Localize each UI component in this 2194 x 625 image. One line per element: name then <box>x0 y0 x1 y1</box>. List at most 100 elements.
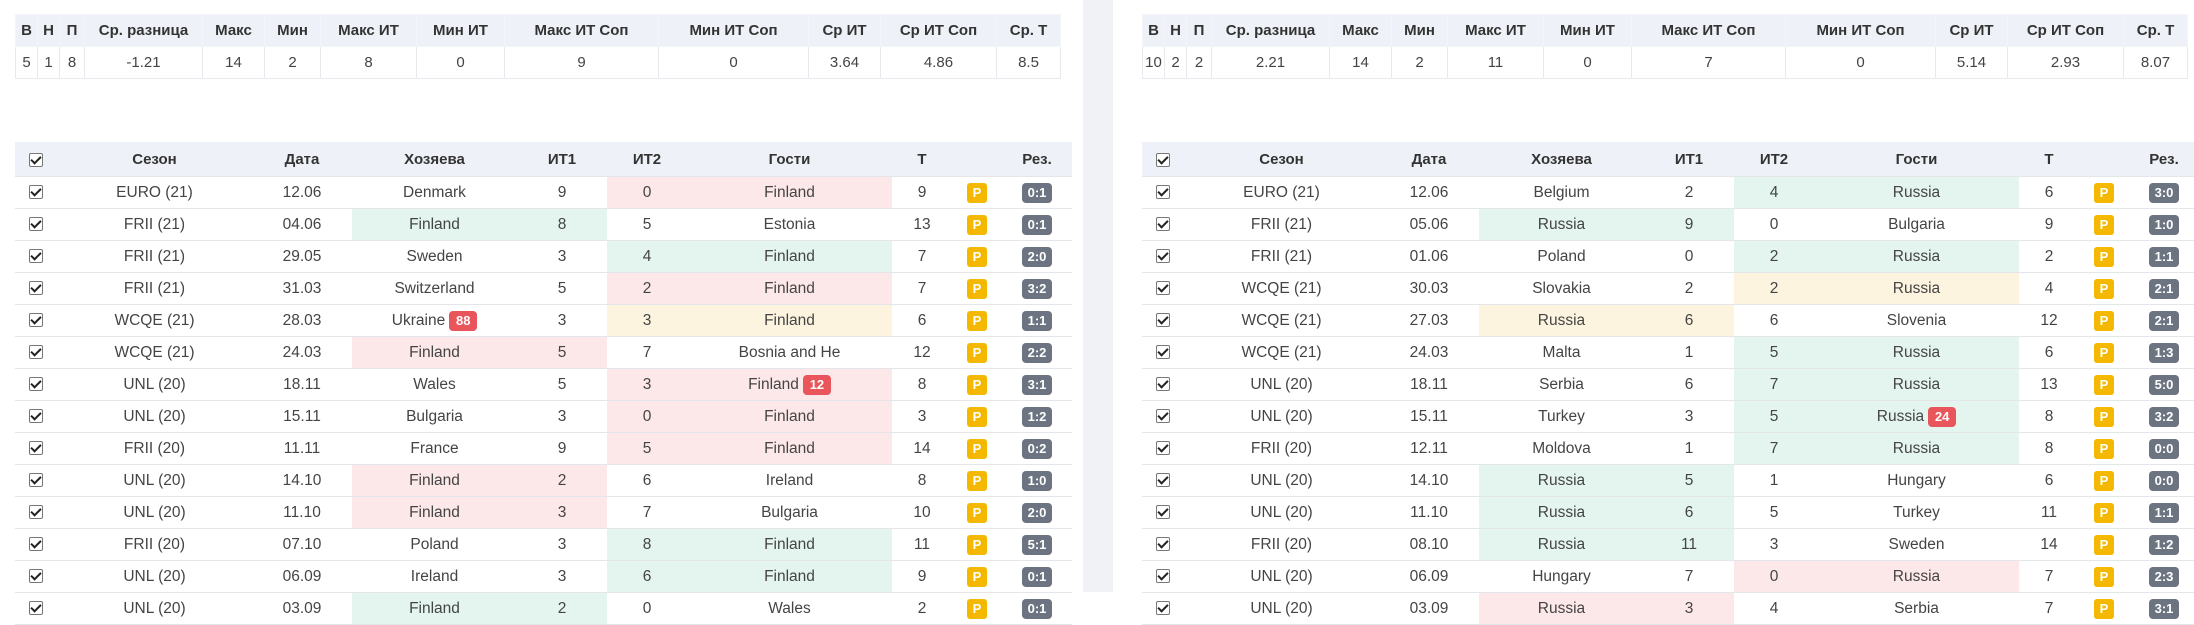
home-team-name[interactable]: Russia <box>1538 312 1585 329</box>
away-team-name[interactable]: Finland <box>764 280 815 297</box>
p-badge[interactable]: P <box>2094 278 2114 299</box>
header-it1[interactable]: ИТ1 <box>1644 142 1734 177</box>
home-team-name[interactable]: Slovakia <box>1532 280 1591 297</box>
row-checkbox[interactable] <box>1156 537 1170 552</box>
away-team-name[interactable]: Slovenia <box>1887 312 1946 329</box>
p-badge[interactable]: P <box>2094 438 2114 459</box>
header-date[interactable]: Дата <box>252 142 352 177</box>
p-badge[interactable]: P <box>2094 534 2114 555</box>
match-row[interactable]: FRII (21) 05.06 Russia 9 0 Bulgaria 9 P 1:0 <box>1142 208 2194 241</box>
match-row[interactable]: FRII (20) 08.10 Russia 11 3 Sweden 14 P 1:2 <box>1142 528 2194 561</box>
row-checkbox[interactable] <box>29 441 43 456</box>
p-badge[interactable]: P <box>2094 502 2114 523</box>
match-row[interactable]: FRII (20) 11.11 France 9 5 Finland 14 P 0:2 <box>15 432 1072 465</box>
header-result[interactable]: Рез. <box>2129 142 2194 177</box>
row-checkbox[interactable] <box>1156 377 1170 392</box>
away-team-name[interactable]: Finland <box>764 536 815 553</box>
p-badge[interactable]: P <box>2094 342 2114 363</box>
away-team-name[interactable]: Finland <box>748 376 799 393</box>
p-badge[interactable]: P <box>967 502 987 523</box>
p-badge[interactable]: P <box>967 598 987 619</box>
row-checkbox[interactable] <box>29 185 43 200</box>
p-badge[interactable]: P <box>2094 214 2114 235</box>
match-row[interactable]: UNL (20) 03.09 Finland 2 0 Wales 2 P 0:1 <box>15 592 1072 625</box>
away-team-name[interactable]: Russia <box>1893 568 1940 585</box>
home-team-name[interactable]: Belgium <box>1534 184 1590 201</box>
match-row[interactable]: UNL (20) 14.10 Finland 2 6 Ireland 8 P 1:0 <box>15 464 1072 497</box>
row-checkbox[interactable] <box>1156 281 1170 296</box>
match-row[interactable]: UNL (20) 03.09 Russia 3 4 Serbia 7 P 3:1 <box>1142 592 2194 625</box>
away-team-name[interactable]: Russia <box>1893 280 1940 297</box>
row-checkbox[interactable] <box>1156 313 1170 328</box>
home-team-name[interactable]: Russia <box>1538 472 1585 489</box>
row-checkbox[interactable] <box>29 537 43 552</box>
home-team-name[interactable]: Ireland <box>411 568 458 585</box>
row-checkbox[interactable] <box>1156 409 1170 424</box>
home-team-name[interactable]: Bulgaria <box>406 408 463 425</box>
header-result[interactable]: Рез. <box>1002 142 1072 177</box>
home-team-name[interactable]: Finland <box>409 472 460 489</box>
p-badge[interactable]: P <box>967 566 987 587</box>
home-team-name[interactable]: Denmark <box>403 184 466 201</box>
row-checkbox[interactable] <box>1156 249 1170 264</box>
home-team-name[interactable]: Russia <box>1538 216 1585 233</box>
match-row[interactable]: FRII (21) 31.03 Switzerland 5 2 Finland 7 P 3:2 <box>15 272 1072 305</box>
row-checkbox[interactable] <box>1156 217 1170 232</box>
p-badge[interactable]: P <box>2094 406 2114 427</box>
home-team-name[interactable]: Finland <box>409 344 460 361</box>
match-row[interactable]: WCQE (21) 24.03 Malta 1 5 Russia 6 P 1:3 <box>1142 336 2194 369</box>
match-row[interactable]: WCQE (21) 28.03 Ukraine 88 3 3 Finland 6 P 1:1 <box>15 304 1072 337</box>
home-team-name[interactable]: Poland <box>410 536 458 553</box>
p-badge[interactable]: P <box>967 374 987 395</box>
row-checkbox[interactable] <box>29 569 43 584</box>
home-team-name[interactable]: Ukraine <box>392 312 445 329</box>
row-checkbox[interactable] <box>1156 505 1170 520</box>
match-row[interactable]: UNL (20) 11.10 Russia 6 5 Turkey 11 P 1:1 <box>1142 496 2194 529</box>
row-checkbox[interactable] <box>29 281 43 296</box>
home-team-name[interactable]: Moldova <box>1532 440 1591 457</box>
row-checkbox[interactable] <box>1156 569 1170 584</box>
home-team-name[interactable]: Finland <box>409 216 460 233</box>
row-checkbox[interactable] <box>29 409 43 424</box>
row-checkbox[interactable] <box>1156 441 1170 456</box>
header-date[interactable]: Дата <box>1379 142 1479 177</box>
match-row[interactable]: UNL (20) 11.10 Finland 3 7 Bulgaria 10 P 2:0 <box>15 496 1072 529</box>
away-team-name[interactable]: Sweden <box>1888 536 1944 553</box>
away-team-name[interactable]: Russia <box>1893 344 1940 361</box>
home-team-name[interactable]: Poland <box>1537 248 1585 265</box>
p-badge[interactable]: P <box>967 182 987 203</box>
p-badge[interactable]: P <box>967 438 987 459</box>
match-row[interactable]: WCQE (21) 30.03 Slovakia 2 2 Russia 4 P 2:1 <box>1142 272 2194 305</box>
row-checkbox[interactable] <box>29 249 43 264</box>
away-team-name[interactable]: Russia <box>1893 248 1940 265</box>
header-season[interactable]: Сезон <box>1184 142 1379 177</box>
away-team-name[interactable]: Russia <box>1893 376 1940 393</box>
header-it2[interactable]: ИТ2 <box>607 142 687 177</box>
header-season[interactable]: Сезон <box>57 142 252 177</box>
match-row[interactable]: UNL (20) 06.09 Hungary 7 0 Russia 7 P 2:3 <box>1142 560 2194 593</box>
away-team-name[interactable]: Estonia <box>764 216 816 233</box>
home-team-name[interactable]: Switzerland <box>394 280 474 297</box>
match-row[interactable]: FRII (21) 29.05 Sweden 3 4 Finland 7 P 2:0 <box>15 240 1072 273</box>
home-team-name[interactable]: Finland <box>409 600 460 617</box>
p-badge[interactable]: P <box>2094 598 2114 619</box>
away-team-name[interactable]: Finland <box>764 312 815 329</box>
row-checkbox[interactable] <box>1156 185 1170 200</box>
header-away[interactable]: Гости <box>687 142 892 177</box>
away-team-name[interactable]: Finland <box>764 184 815 201</box>
row-checkbox[interactable] <box>29 473 43 488</box>
away-team-name[interactable]: Turkey <box>1893 504 1940 521</box>
p-badge[interactable]: P <box>967 470 987 491</box>
away-team-name[interactable]: Serbia <box>1894 600 1939 617</box>
away-team-name[interactable]: Finland <box>764 568 815 585</box>
header-away[interactable]: Гости <box>1814 142 2019 177</box>
header-it1[interactable]: ИТ1 <box>517 142 607 177</box>
home-team-name[interactable]: Malta <box>1543 344 1581 361</box>
row-checkbox[interactable] <box>29 345 43 360</box>
home-team-name[interactable]: Turkey <box>1538 408 1585 425</box>
p-badge[interactable]: P <box>2094 470 2114 491</box>
match-row[interactable]: WCQE (21) 27.03 Russia 6 6 Slovenia 12 P 2:1 <box>1142 304 2194 337</box>
away-team-name[interactable]: Finland <box>764 248 815 265</box>
match-row[interactable]: UNL (20) 18.11 Wales 5 3 Finland 12 8 P 3:1 <box>15 368 1072 401</box>
row-checkbox[interactable] <box>29 313 43 328</box>
